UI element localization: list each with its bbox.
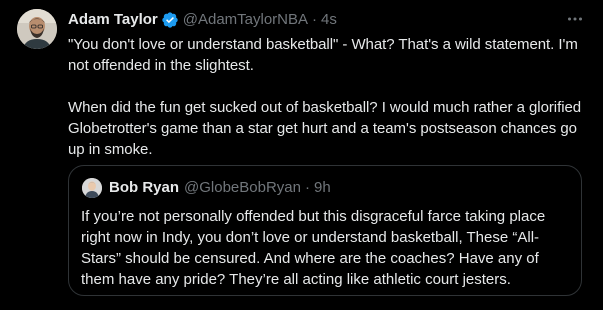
author-display-name[interactable]: Adam Taylor — [68, 10, 158, 30]
quoted-author-avatar[interactable] — [82, 178, 102, 198]
tweet-card[interactable]: Adam Taylor @AdamTaylorNBA · 4s "You don… — [0, 0, 603, 310]
author-avatar[interactable] — [17, 9, 57, 49]
more-options-button[interactable] — [566, 10, 584, 28]
quoted-header-separator: · — [304, 179, 310, 196]
tweet-header: Adam Taylor @AdamTaylorNBA · 4s — [68, 10, 337, 30]
quoted-tweet-text: If you’re not personally offended but th… — [81, 208, 546, 288]
tweet-text: "You don't love or understand basketball… — [68, 36, 582, 158]
quoted-tweet-header: Bob Ryan @GlobeBobRyan · 9h — [109, 178, 331, 198]
verified-badge-icon — [162, 12, 178, 28]
quoted-tweet[interactable]: Bob Ryan @GlobeBobRyan · 9h If you’re no… — [68, 165, 582, 296]
author-handle[interactable]: @AdamTaylorNBA — [183, 10, 308, 30]
tweet-timestamp[interactable]: 4s — [321, 10, 337, 30]
quoted-author-handle[interactable]: @GlobeBobRyan — [184, 178, 301, 198]
quoted-author-display-name[interactable]: Bob Ryan — [109, 178, 179, 198]
header-separator: · — [312, 11, 318, 28]
quoted-tweet-timestamp[interactable]: 9h — [314, 178, 331, 198]
more-options-icon — [568, 17, 582, 21]
